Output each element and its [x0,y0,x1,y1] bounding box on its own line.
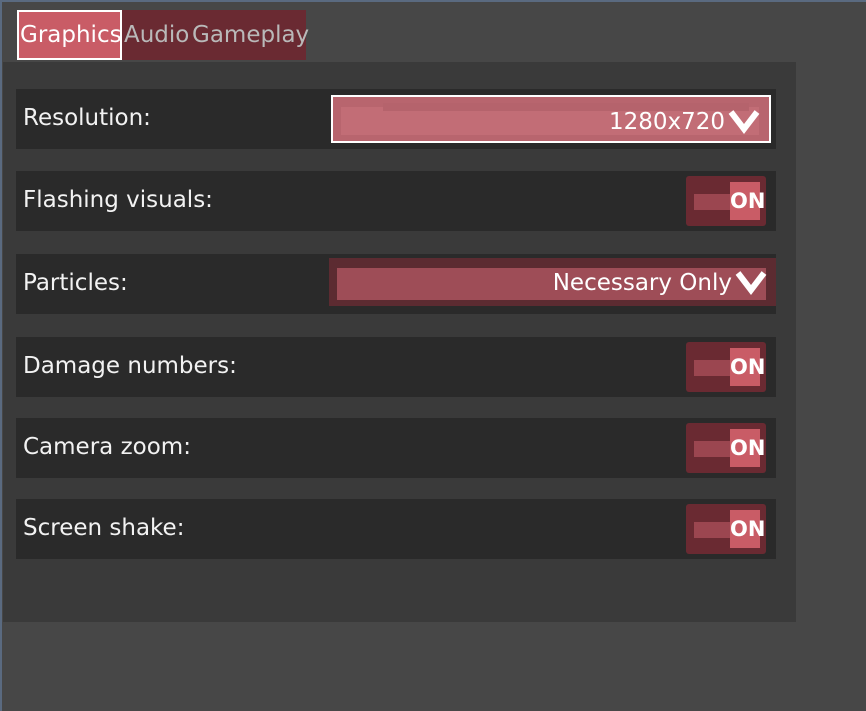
setting-row-resolution: Resolution: 1280x720 [16,89,776,149]
screen-shake-label: Screen shake: [23,515,185,541]
toggle-knob: ON [730,182,765,220]
setting-row-damage-numbers: Damage numbers: ON [16,337,776,397]
window-frame-left [0,0,2,711]
camera-zoom-toggle[interactable]: ON [686,423,766,473]
chevron-down-icon [728,110,760,134]
damage-numbers-toggle[interactable]: ON [686,342,766,392]
toggle-knob: ON [730,429,765,467]
tab-audio-label: Audio [124,22,190,48]
chevron-down-icon [735,271,767,295]
flashing-visuals-toggle[interactable]: ON [686,176,766,226]
toggle-knob: ON [730,348,765,386]
toggle-knob: ON [730,510,765,548]
resolution-label: Resolution: [23,105,151,131]
camera-zoom-label: Camera zoom: [23,434,191,460]
resolution-value: 1280x720 [608,109,725,135]
damage-numbers-label: Damage numbers: [23,353,237,379]
tab-gameplay-label: Gameplay [192,22,310,48]
tab-gameplay[interactable]: Gameplay [190,10,310,60]
particles-label: Particles: [23,270,128,296]
setting-row-particles: Particles: Necessary Only [16,254,776,314]
resolution-dropdown[interactable]: 1280x720 [331,95,771,143]
window-frame-top [0,0,866,2]
tab-graphics[interactable]: Graphics [17,10,122,60]
particles-value: Necessary Only [552,270,732,296]
particles-dropdown[interactable]: Necessary Only [329,258,776,306]
tab-audio[interactable]: Audio [122,10,194,60]
tab-graphics-label: Graphics [20,22,122,48]
setting-row-camera-zoom: Camera zoom: ON [16,418,776,478]
screen-shake-toggle[interactable]: ON [686,504,766,554]
setting-row-screen-shake: Screen shake: ON [16,499,776,559]
flashing-visuals-label: Flashing visuals: [23,187,213,213]
setting-row-flashing-visuals: Flashing visuals: ON [16,171,776,231]
